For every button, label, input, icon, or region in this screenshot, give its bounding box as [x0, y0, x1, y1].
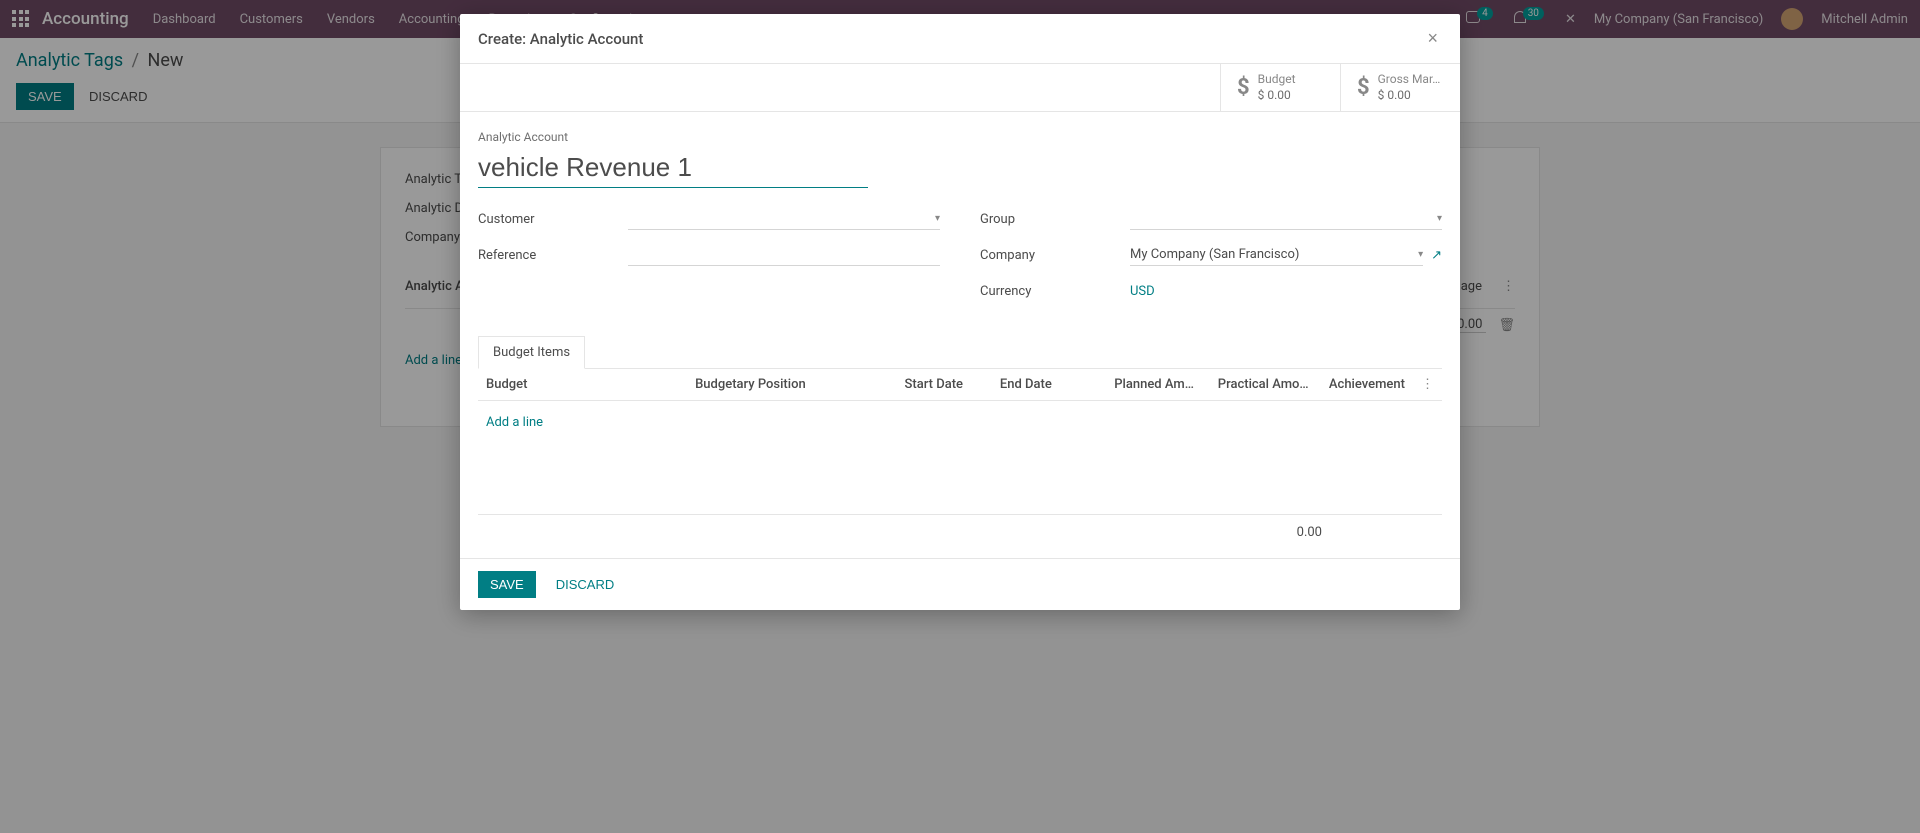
modal-dialog: Create: Analytic Account × $ Budget $ 0.… [460, 14, 1460, 610]
analytic-account-input[interactable] [478, 148, 868, 188]
stat-value: $ 0.00 [1378, 88, 1441, 104]
col-position[interactable]: Budgetary Position [687, 369, 896, 401]
reference-input[interactable] [628, 244, 940, 266]
kebab-icon[interactable]: ⋮ [1421, 377, 1434, 392]
close-button[interactable]: × [1423, 28, 1442, 49]
external-link-icon[interactable]: ↗ [1431, 248, 1442, 263]
col-end[interactable]: End Date [992, 369, 1087, 401]
currency-value: USD [1130, 280, 1442, 302]
currency-label: Currency [980, 284, 1130, 299]
col-start[interactable]: Start Date [897, 369, 992, 401]
reference-label: Reference [478, 248, 628, 263]
dollar-icon: $ [1237, 75, 1250, 100]
col-budget[interactable]: Budget [478, 369, 687, 401]
company-label: Company [980, 248, 1130, 263]
col-achieve[interactable]: Achievement [1317, 369, 1413, 401]
col-planned[interactable]: Planned Am… [1087, 369, 1202, 401]
modal-save-button[interactable]: SAVE [478, 571, 536, 598]
stat-margin[interactable]: $ Gross Mar… $ 0.00 [1340, 64, 1460, 111]
modal-discard-button[interactable]: DISCARD [544, 571, 627, 598]
modal-title: Create: Analytic Account [478, 30, 643, 48]
tab-budget-items[interactable]: Budget Items [478, 336, 585, 369]
customer-label: Customer [478, 212, 628, 227]
modal-overlay: Create: Analytic Account × $ Budget $ 0.… [0, 0, 1920, 833]
group-select[interactable]: ▾ [1130, 208, 1442, 230]
col-practical[interactable]: Practical Amo… [1202, 369, 1317, 401]
stat-value: $ 0.00 [1258, 88, 1296, 104]
budget-items-table: Budget Budgetary Position Start Date End… [478, 369, 1442, 444]
add-line-button[interactable]: Add a line [486, 409, 543, 436]
company-value: My Company (San Francisco) [1130, 247, 1299, 262]
group-label: Group [980, 212, 1130, 227]
customer-select[interactable]: ▾ [628, 208, 940, 230]
dollar-icon: $ [1357, 75, 1370, 100]
stat-budget[interactable]: $ Budget $ 0.00 [1220, 64, 1340, 111]
total-value: 0.00 [1297, 525, 1322, 540]
totals-row: 0.00 [478, 514, 1442, 550]
stat-label: Budget [1258, 72, 1296, 88]
account-label: Analytic Account [478, 130, 1442, 144]
company-select[interactable]: My Company (San Francisco) ▾ [1130, 244, 1423, 266]
stat-label: Gross Mar… [1378, 72, 1441, 88]
